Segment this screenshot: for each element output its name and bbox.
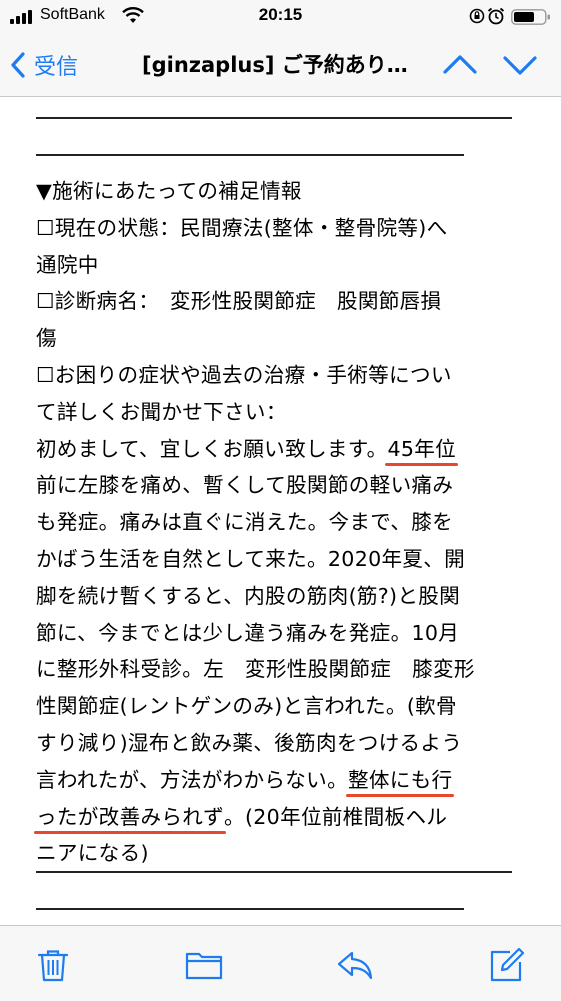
email-text: ▼施術にあたっての補足情報 ☐現在の状態：民間療法(整体・整骨院等)へ 通院中 … <box>36 173 536 872</box>
text-segment: 初めまして、宜しくお願い致します。 <box>36 436 388 461</box>
text-line: ったが改善みられず。(20年位前椎間板ヘル <box>36 799 536 836</box>
text-line: 前に左膝を痛め、暫くして股関節の軽い痛み <box>36 473 454 498</box>
text-line: て詳しくお聞かせ下さい： <box>36 399 287 424</box>
divider-line <box>36 154 464 156</box>
underlined-text: 45年位 <box>387 436 457 461</box>
chevron-up-icon[interactable] <box>442 50 478 80</box>
text-line: 言われたが、方法がわからない。整体にも行 <box>36 762 536 799</box>
back-chevron-icon <box>11 52 25 78</box>
text-line: 性関節症(レントゲンのみ)と言われた。(軟骨 <box>36 694 457 719</box>
divider-line <box>36 117 512 119</box>
text-line: 傷 <box>36 326 57 351</box>
trash-icon[interactable] <box>34 946 72 984</box>
reply-icon[interactable] <box>336 946 374 984</box>
alarm-icon <box>487 7 505 25</box>
text-line: ☐診断病名： 変形性股関節症 股関節唇損 <box>36 289 442 314</box>
divider-line <box>36 871 512 873</box>
underlined-text: 整体にも行 <box>347 767 453 792</box>
bottom-toolbar <box>0 925 561 1001</box>
text-segment: 言われたが、方法がわからない。 <box>36 767 348 792</box>
folder-icon[interactable] <box>185 946 223 984</box>
text-line: 脚を続け暫くすると、内股の筋肉(筋?)と股関 <box>36 583 461 608</box>
text-line: に整形外科受診。左 変形性股関節症 膝変形 <box>36 657 475 682</box>
text-line: も発症。痛みは直ぐに消えた。今まで、膝を <box>36 510 454 535</box>
battery-icon <box>511 9 550 25</box>
back-label: 受信 <box>34 55 79 80</box>
underlined-text: ったが改善みられず <box>36 804 225 829</box>
email-subject-title: [ginzaplus] ご予約あり… <box>142 53 408 77</box>
chevron-down-icon[interactable] <box>502 50 538 80</box>
text-line: 初めまして、宜しくお願い致します。45年位 <box>36 431 536 468</box>
email-body: ▼施術にあたっての補足情報 ☐現在の状態：民間療法(整体・整骨院等)へ 通院中 … <box>0 97 561 925</box>
orientation-lock-icon <box>469 8 485 24</box>
text-line: 節に、今までとは少し違う痛みを発症。10月 <box>36 620 460 645</box>
text-segment: 。(20年位前椎間板ヘル <box>224 804 448 829</box>
text-line: ニアになる) <box>36 841 149 866</box>
text-line: ▼施術にあたっての補足情報 <box>36 179 302 203</box>
nav-bar: 受信 [ginzaplus] ご予約あり… <box>0 34 561 97</box>
text-line: すり減り)湿布と飲み薬、後筋肉をつけるよう <box>36 730 463 755</box>
text-line: 通院中 <box>36 252 99 277</box>
status-bar: SoftBank 20:15 <box>0 0 561 34</box>
text-line: ☐現在の状態：民間療法(整体・整骨院等)へ <box>36 215 448 240</box>
text-line: かばう生活を自然として来た。2020年夏、開 <box>36 546 466 571</box>
compose-icon[interactable] <box>488 946 526 984</box>
text-line: ☐お困りの症状や過去の治療・手術等につい <box>36 362 452 387</box>
divider-line <box>36 908 464 910</box>
back-button[interactable]: 受信 <box>10 48 78 82</box>
